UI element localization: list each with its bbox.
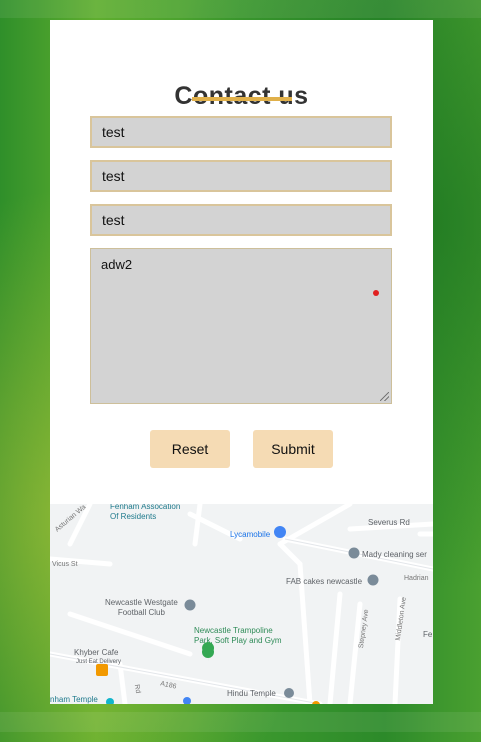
cursor-dot — [373, 290, 379, 296]
map-label-fenham: Fenham Assocation Of Residents — [110, 504, 181, 521]
background-band-top — [0, 0, 481, 18]
submit-button[interactable]: Submit — [253, 430, 333, 468]
resize-grip-icon[interactable] — [380, 392, 389, 401]
map-label-severus: Severus Rd — [368, 518, 410, 527]
map-label-fe: Fe — [423, 630, 433, 639]
map-label-hadrian: Hadrian — [404, 575, 429, 582]
reset-button[interactable]: Reset — [150, 430, 230, 468]
subject-field[interactable]: test — [90, 204, 392, 236]
map-label-rd: Rd — [132, 683, 142, 694]
map-label-lycamobile: Lycamobile — [230, 530, 271, 539]
map-label-fab: FAB cakes newcastle — [286, 577, 363, 586]
title-underline — [192, 97, 292, 101]
map-label-fenham-temple: nham Temple — [50, 695, 98, 704]
message-text: adw2 — [101, 257, 133, 272]
embedded-map[interactable]: Fenham Assocation Of Residents Lycamobil… — [50, 504, 433, 704]
map-label-trampoline: Newcastle Trampoline Park, Soft Play and… — [194, 626, 282, 645]
name-field[interactable]: test — [90, 116, 392, 148]
contact-form-card: Contact us test test test adw2 Reset Sub… — [50, 20, 433, 504]
message-textarea[interactable]: adw2 — [90, 248, 392, 404]
map-label-vicus: Vicus St — [52, 561, 78, 568]
map-label-westgate: Newcastle Westgate Football Club — [105, 598, 178, 617]
map-label-mady: Mady cleaning ser — [362, 550, 427, 559]
background-band-bottom — [0, 712, 481, 732]
map-label-hindu: Hindu Temple — [227, 689, 276, 698]
map-label-just-eat: Just Eat Delivery — [76, 659, 122, 665]
email-field[interactable]: test — [90, 160, 392, 192]
